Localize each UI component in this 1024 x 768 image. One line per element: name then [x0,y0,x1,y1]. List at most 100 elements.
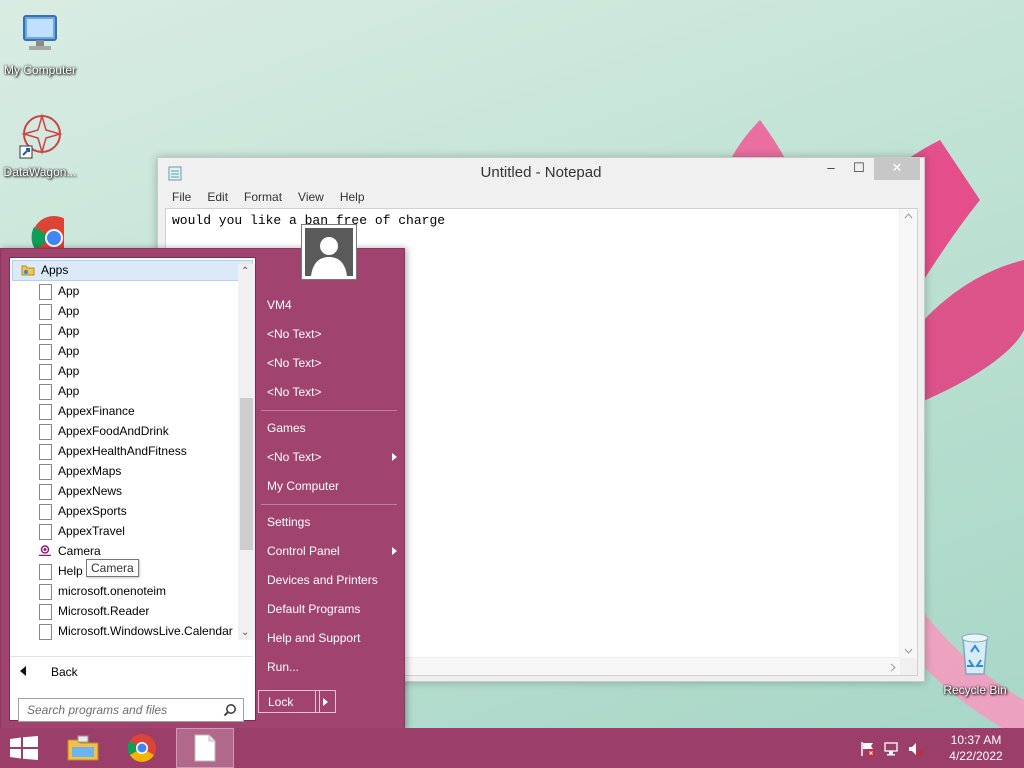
close-button[interactable]: ✕ [874,158,920,180]
menu-item-label: <No Text> [267,450,322,464]
app-item-label: App [58,284,80,298]
scroll-down-icon[interactable] [904,648,913,654]
submenu-arrow-icon [392,547,397,555]
menu-file[interactable]: File [164,188,199,208]
menu-item-help-support[interactable]: Help and Support [259,625,407,651]
folder-icon [21,265,35,276]
app-item-label: AppexMaps [58,464,122,478]
app-item-label: AppexFinance [58,404,135,418]
document-icon [39,344,52,360]
start-menu: Apps App App App App App App AppexFinanc… [0,248,405,730]
menu-edit[interactable]: Edit [199,188,236,208]
windows-logo-icon [10,736,38,760]
document-icon [39,384,52,400]
app-item-label: AppexTravel [58,524,125,538]
menu-item-control-panel[interactable]: Control Panel [259,538,407,564]
lock-button[interactable]: Lock [258,690,320,713]
menu-item-no-text-1[interactable]: <No Text> [259,321,407,347]
taskbar-notepad[interactable] [176,728,234,768]
document-icon [39,404,52,420]
document-icon [39,324,52,340]
app-item[interactable]: AppexNews [10,481,255,501]
lock-options-button[interactable] [315,690,336,713]
app-item[interactable]: Microsoft.Reader [10,601,255,621]
chevron-down-icon[interactable]: ⌄ [241,627,249,638]
menu-item-run[interactable]: Run... [259,654,407,680]
back-button[interactable]: Back [10,656,253,687]
action-center-flag-icon[interactable] [860,741,876,757]
app-item-label: AppexHealthAndFitness [58,444,187,458]
menu-item-no-text-2[interactable]: <No Text> [259,350,407,376]
document-icon [39,504,52,520]
user-name-item[interactable]: VM4 [259,292,407,318]
app-item[interactable]: AppexSports [10,501,255,521]
app-item[interactable]: App [10,301,255,321]
app-item[interactable]: AppexMaps [10,461,255,481]
app-item[interactable]: microsoft.onenoteim [10,581,255,601]
submenu-arrow-icon [392,453,397,461]
search-icon[interactable] [223,703,237,717]
desktop-icon-label: Recycle Bin [943,683,1007,697]
app-item-label: App [58,384,80,398]
document-icon [39,284,52,300]
programs-pane: Apps App App App App App App AppexFinanc… [9,257,256,722]
apps-scrollbar[interactable]: ⌃ ⌄ [238,264,255,640]
network-icon[interactable] [884,741,900,757]
menu-bar: File Edit Format View Help [158,188,924,208]
maximize-button[interactable]: ☐ [846,158,872,180]
menu-item-games[interactable]: Games [259,415,407,441]
menu-view[interactable]: View [290,188,332,208]
search-field[interactable] [18,698,244,722]
menu-item-devices-printers[interactable]: Devices and Printers [259,567,407,593]
document-icon [39,304,52,320]
places-pane: VM4 <No Text> <No Text> <No Text> Games … [259,249,404,729]
separator [261,410,397,411]
app-item[interactable]: App [10,381,255,401]
menu-item-default-programs[interactable]: Default Programs [259,596,407,622]
start-button[interactable] [0,728,56,768]
scroll-up-icon[interactable] [904,213,913,219]
title-bar[interactable]: Untitled - Notepad – ☐ ✕ [158,158,924,188]
apps-folder[interactable]: Apps [12,260,253,281]
app-item-camera[interactable]: Camera [10,541,255,561]
desktop-icon-recycle-bin[interactable]: Recycle Bin [935,630,1015,697]
app-item[interactable]: AppexFinance [10,401,255,421]
minimize-button[interactable]: – [818,158,844,180]
back-label: Back [51,665,78,679]
menu-item-no-text-4[interactable]: <No Text> [259,444,407,470]
menu-help[interactable]: Help [332,188,373,208]
taskbar-chrome[interactable] [114,728,170,768]
menu-item-settings[interactable]: Settings [259,509,407,535]
app-item-label: App [58,344,80,358]
menu-item-my-computer[interactable]: My Computer [259,473,407,499]
scroll-right-icon[interactable] [890,663,896,672]
clock[interactable]: 10:37 AM 4/22/2022 [946,732,1006,764]
document-icon [39,364,52,380]
app-item[interactable]: Microsoft.WindowsLive.Calendar [10,621,255,641]
chevron-up-icon[interactable]: ⌃ [241,266,249,277]
app-item[interactable]: App [10,341,255,361]
search-input[interactable] [25,699,219,721]
vertical-scrollbar[interactable] [899,209,917,658]
app-item-label: AppexSports [58,504,127,518]
volume-muted-icon[interactable] [908,741,924,757]
document-icon [39,444,52,460]
app-item[interactable]: App [10,361,255,381]
app-item[interactable]: AppexHealthAndFitness [10,441,255,461]
desktop-icon-my-computer[interactable]: My Computer [0,10,80,77]
desktop-icon-datawagon[interactable]: DataWagon... [0,112,80,179]
app-item[interactable]: AppexFoodAndDrink [10,421,255,441]
document-icon [39,604,52,620]
scrollbar-thumb[interactable] [240,398,253,550]
app-item[interactable]: App [10,281,255,301]
taskbar-file-explorer[interactable] [56,728,112,768]
app-item[interactable]: AppexTravel [10,521,255,541]
app-item-label: Camera [58,544,101,558]
menu-format[interactable]: Format [236,188,290,208]
system-tray: 10:37 AM 4/22/2022 [854,728,1024,768]
app-item[interactable]: App [10,321,255,341]
window-title: Untitled - Notepad [480,164,602,181]
menu-item-no-text-3[interactable]: <No Text> [259,379,407,405]
user-icon [311,237,347,276]
avatar[interactable] [301,224,357,280]
